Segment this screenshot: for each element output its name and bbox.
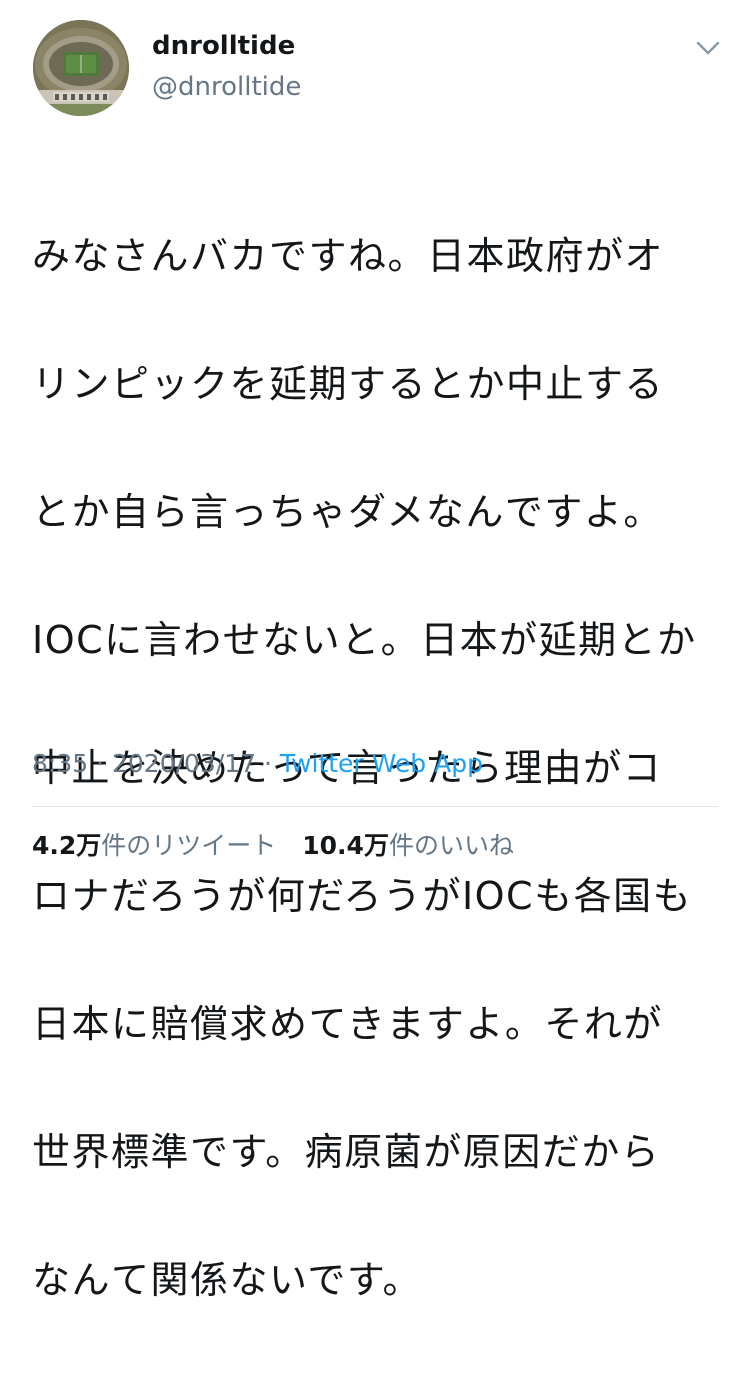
user-handle[interactable]: @dnrolltide [152, 69, 301, 105]
meta-separator: · [88, 749, 112, 778]
likes-count: 10.4万 [302, 831, 389, 860]
divider [32, 806, 718, 807]
tweet-date[interactable]: 2020/03/17 [112, 749, 256, 778]
retweets-stat[interactable]: 4.2万件のリツイート [32, 826, 276, 866]
tweet-line: IOCに言わせないと。日本が延期とか [32, 618, 697, 662]
avatar[interactable] [33, 20, 129, 116]
tweet-time[interactable]: 8:35 [32, 749, 88, 778]
tweet-line: ロナだろうが何だろうがIOCも各国も [32, 874, 693, 918]
tweet-stats: 4.2万件のリツイート 10.4万件のいいね [32, 826, 532, 866]
retweets-count: 4.2万 [32, 831, 102, 860]
tweet-line: みなさんバカですね。日本政府がオ [32, 234, 665, 278]
stadium-avatar-icon [33, 20, 129, 116]
retweets-label: 件のリツイート [101, 831, 277, 860]
tweet-source-link[interactable]: Twitter Web App [280, 749, 483, 778]
tweet-detail: dnrolltide @dnrolltide みなさんバカですね。日本政府がオ … [0, 0, 750, 1302]
chevron-down-icon [696, 41, 720, 55]
tweet-line: 日本に賠償求めてきますよ。それが [32, 1002, 663, 1046]
meta-separator: · [256, 749, 280, 778]
tweet-line: リンピックを延期するとか中止する [32, 362, 665, 406]
likes-label: 件のいいね [388, 831, 514, 860]
tweet-line: なんて関係ないです。 [32, 1258, 423, 1302]
display-name[interactable]: dnrolltide [152, 28, 295, 64]
tweet-line: とか自ら言っちゃダメなんですよ。 [32, 490, 663, 534]
tweet-line: 世界標準です。病原菌が原因だから [32, 1130, 661, 1174]
likes-stat[interactable]: 10.4万件のいいね [302, 826, 514, 866]
tweet-menu-button[interactable] [692, 34, 724, 62]
tweet-meta: 8:35 · 2020/03/17 · Twitter Web App [32, 744, 483, 784]
